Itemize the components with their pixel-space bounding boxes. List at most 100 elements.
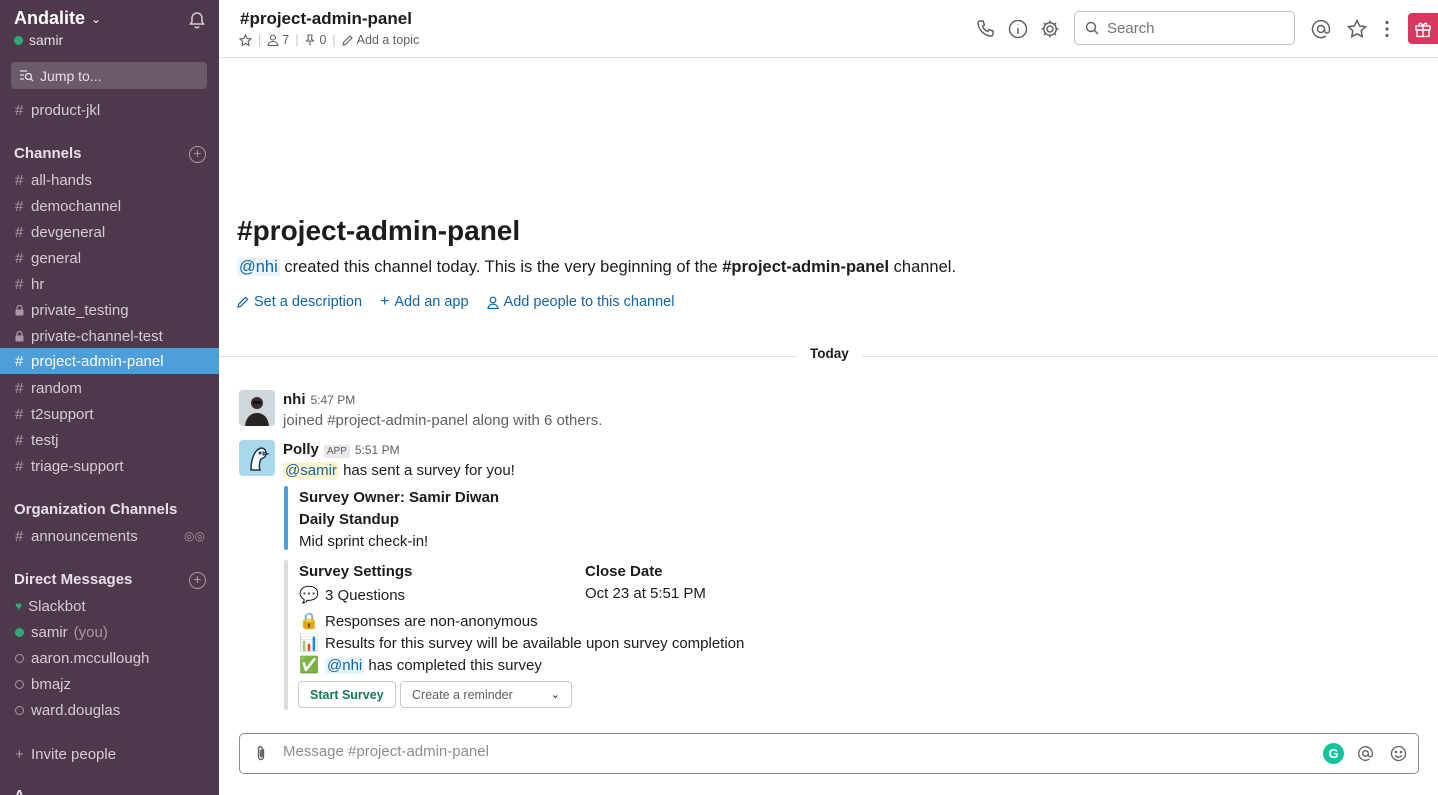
bar-chart-icon: 📊 bbox=[299, 635, 319, 652]
add-dm-icon[interactable]: + bbox=[189, 572, 206, 589]
team-header[interactable]: Andalite ⌄ samir bbox=[14, 8, 209, 52]
mention-nhi[interactable]: @nhi bbox=[237, 258, 280, 276]
dm-item-ward-douglas[interactable]: ward.douglas bbox=[0, 697, 219, 723]
message-text-part: has sent a survey for you! bbox=[338, 462, 515, 479]
org-channels-section-title[interactable]: Organization Channels bbox=[14, 501, 177, 518]
bell-icon[interactable] bbox=[187, 10, 207, 30]
sidebar-item-testj[interactable]: # testj bbox=[0, 427, 219, 453]
channel-header: #project-admin-panel | 7 | 0 | Add a top… bbox=[219, 0, 1438, 58]
phone-icon[interactable] bbox=[975, 18, 997, 40]
sidebar-item-random[interactable]: # random bbox=[0, 375, 219, 401]
avatar[interactable] bbox=[239, 390, 275, 426]
dm-item-bmajz[interactable]: bmajz bbox=[0, 671, 219, 697]
search-box[interactable] bbox=[1074, 11, 1295, 45]
star-icon[interactable] bbox=[1346, 18, 1368, 40]
apps-section-title-partial[interactable]: A bbox=[14, 787, 25, 795]
survey-anonymity-row: 🔒 Responses are non-anonymous bbox=[299, 611, 538, 631]
message-author[interactable]: Polly bbox=[283, 441, 319, 458]
channels-section-title[interactable]: Channels bbox=[14, 145, 82, 162]
more-vertical-icon[interactable] bbox=[1376, 18, 1398, 40]
start-survey-button[interactable]: Start Survey bbox=[298, 681, 396, 708]
intro-channel-name: #project-admin-panel bbox=[722, 258, 890, 276]
member-count-button[interactable]: 7 bbox=[267, 33, 289, 47]
message-author[interactable]: nhi bbox=[283, 391, 306, 408]
sidebar-item-label: all-hands bbox=[31, 171, 92, 189]
sidebar-item-t2support[interactable]: # t2support bbox=[0, 401, 219, 427]
reminder-select[interactable]: Create a reminder ⌄ bbox=[400, 681, 572, 708]
sidebar-item-project-admin-panel[interactable]: # project-admin-panel bbox=[0, 348, 219, 374]
mention-nhi[interactable]: @nhi bbox=[325, 657, 365, 674]
sidebar-item-private-channel-test[interactable]: private-channel-test bbox=[0, 323, 219, 349]
survey-anonymity: Responses are non-anonymous bbox=[325, 613, 538, 630]
survey-results-row: 📊 Results for this survey will be availab… bbox=[299, 633, 744, 653]
dm-item-slackbot[interactable]: ♥ Slackbot bbox=[0, 593, 219, 619]
message-input[interactable] bbox=[283, 743, 1283, 760]
sidebar-item-label: testj bbox=[31, 431, 59, 449]
dm-item-aaron-mccullough[interactable]: aaron.mccullough bbox=[0, 645, 219, 671]
team-name-row[interactable]: Andalite ⌄ bbox=[14, 8, 101, 29]
lock-icon bbox=[15, 304, 31, 316]
add-channel-icon[interactable]: + bbox=[189, 146, 206, 163]
day-divider-label[interactable]: Today bbox=[797, 346, 862, 361]
hash-icon: # bbox=[15, 197, 24, 215]
message-timestamp[interactable]: 5:47 PM bbox=[311, 393, 356, 407]
grammarly-icon[interactable]: G bbox=[1323, 743, 1344, 764]
sidebar-item-private-testing[interactable]: private_testing bbox=[0, 297, 219, 323]
mentions-icon[interactable] bbox=[1310, 18, 1332, 40]
invite-people-button[interactable]: + Invite people bbox=[0, 741, 219, 767]
add-people-link[interactable]: Add people to this channel bbox=[486, 293, 675, 311]
sidebar-item-label: general bbox=[31, 249, 82, 267]
jump-to-icon bbox=[20, 70, 34, 82]
presence-online-icon bbox=[15, 627, 24, 637]
info-icon[interactable] bbox=[1007, 18, 1029, 40]
set-description-link[interactable]: Set a description bbox=[237, 293, 362, 311]
sidebar-item-product-jkl[interactable]: # product-jkl bbox=[0, 97, 219, 123]
attachment-accent-bar bbox=[284, 486, 288, 550]
mention-samir[interactable]: @samir bbox=[283, 462, 339, 479]
emoji-icon[interactable] bbox=[1390, 745, 1407, 762]
paperclip-icon[interactable] bbox=[254, 745, 268, 762]
plus-icon: + bbox=[380, 293, 390, 310]
add-topic-button[interactable]: Add a topic bbox=[341, 33, 419, 47]
avatar[interactable] bbox=[239, 440, 275, 476]
mention-icon[interactable] bbox=[1357, 745, 1374, 762]
channel-title: #project-admin-panel bbox=[240, 9, 412, 28]
search-icon bbox=[1085, 21, 1099, 35]
hash-icon: # bbox=[15, 171, 24, 189]
dm-you-suffix: (you) bbox=[73, 623, 108, 641]
dm-section-title[interactable]: Direct Messages bbox=[14, 571, 132, 588]
pencil-icon bbox=[341, 34, 353, 46]
survey-results: Results for this survey will be availabl… bbox=[325, 635, 745, 652]
sidebar-item-hr[interactable]: # hr bbox=[0, 271, 219, 297]
message-timestamp[interactable]: 5:51 PM bbox=[355, 443, 400, 457]
sidebar-item-demochannel[interactable]: # demochannel bbox=[0, 193, 219, 219]
add-app-link[interactable]: + Add an app bbox=[380, 293, 469, 311]
message-header: nhi 5:47 PM bbox=[283, 391, 355, 408]
sidebar-item-announcements[interactable]: # announcements ◎◎ bbox=[0, 523, 219, 549]
add-people-label: Add people to this channel bbox=[503, 294, 675, 310]
gift-button[interactable] bbox=[1408, 13, 1438, 44]
sidebar-item-devgeneral[interactable]: # devgeneral bbox=[0, 219, 219, 245]
member-count: 7 bbox=[282, 33, 290, 47]
message-composer[interactable]: G bbox=[239, 733, 1419, 774]
pin-icon bbox=[305, 34, 316, 46]
survey-settings-title: Survey Settings bbox=[299, 563, 413, 580]
hash-icon: # bbox=[15, 457, 24, 475]
pin-count-button[interactable]: 0 bbox=[304, 33, 326, 47]
close-date: Oct 23 at 5:51 PM bbox=[585, 585, 706, 602]
dm-item-label: aaron.mccullough bbox=[31, 649, 150, 667]
presence-away-icon bbox=[15, 705, 24, 715]
gear-icon[interactable] bbox=[1039, 18, 1061, 40]
search-input[interactable] bbox=[1107, 19, 1277, 37]
user-avatar-image bbox=[239, 390, 275, 426]
sidebar-item-triage-support[interactable]: # triage-support bbox=[0, 453, 219, 479]
sidebar-item-all-hands[interactable]: # all-hands bbox=[0, 167, 219, 193]
jump-to-button[interactable]: Jump to... bbox=[11, 62, 207, 89]
dm-item-samir[interactable]: samir (you) bbox=[0, 619, 219, 645]
hash-icon: # bbox=[15, 431, 24, 449]
sidebar-item-general[interactable]: # general bbox=[0, 245, 219, 271]
star-icon[interactable] bbox=[239, 33, 252, 47]
hash-icon: # bbox=[15, 527, 24, 545]
separator: | bbox=[258, 33, 262, 47]
hash-icon: # bbox=[15, 352, 24, 370]
